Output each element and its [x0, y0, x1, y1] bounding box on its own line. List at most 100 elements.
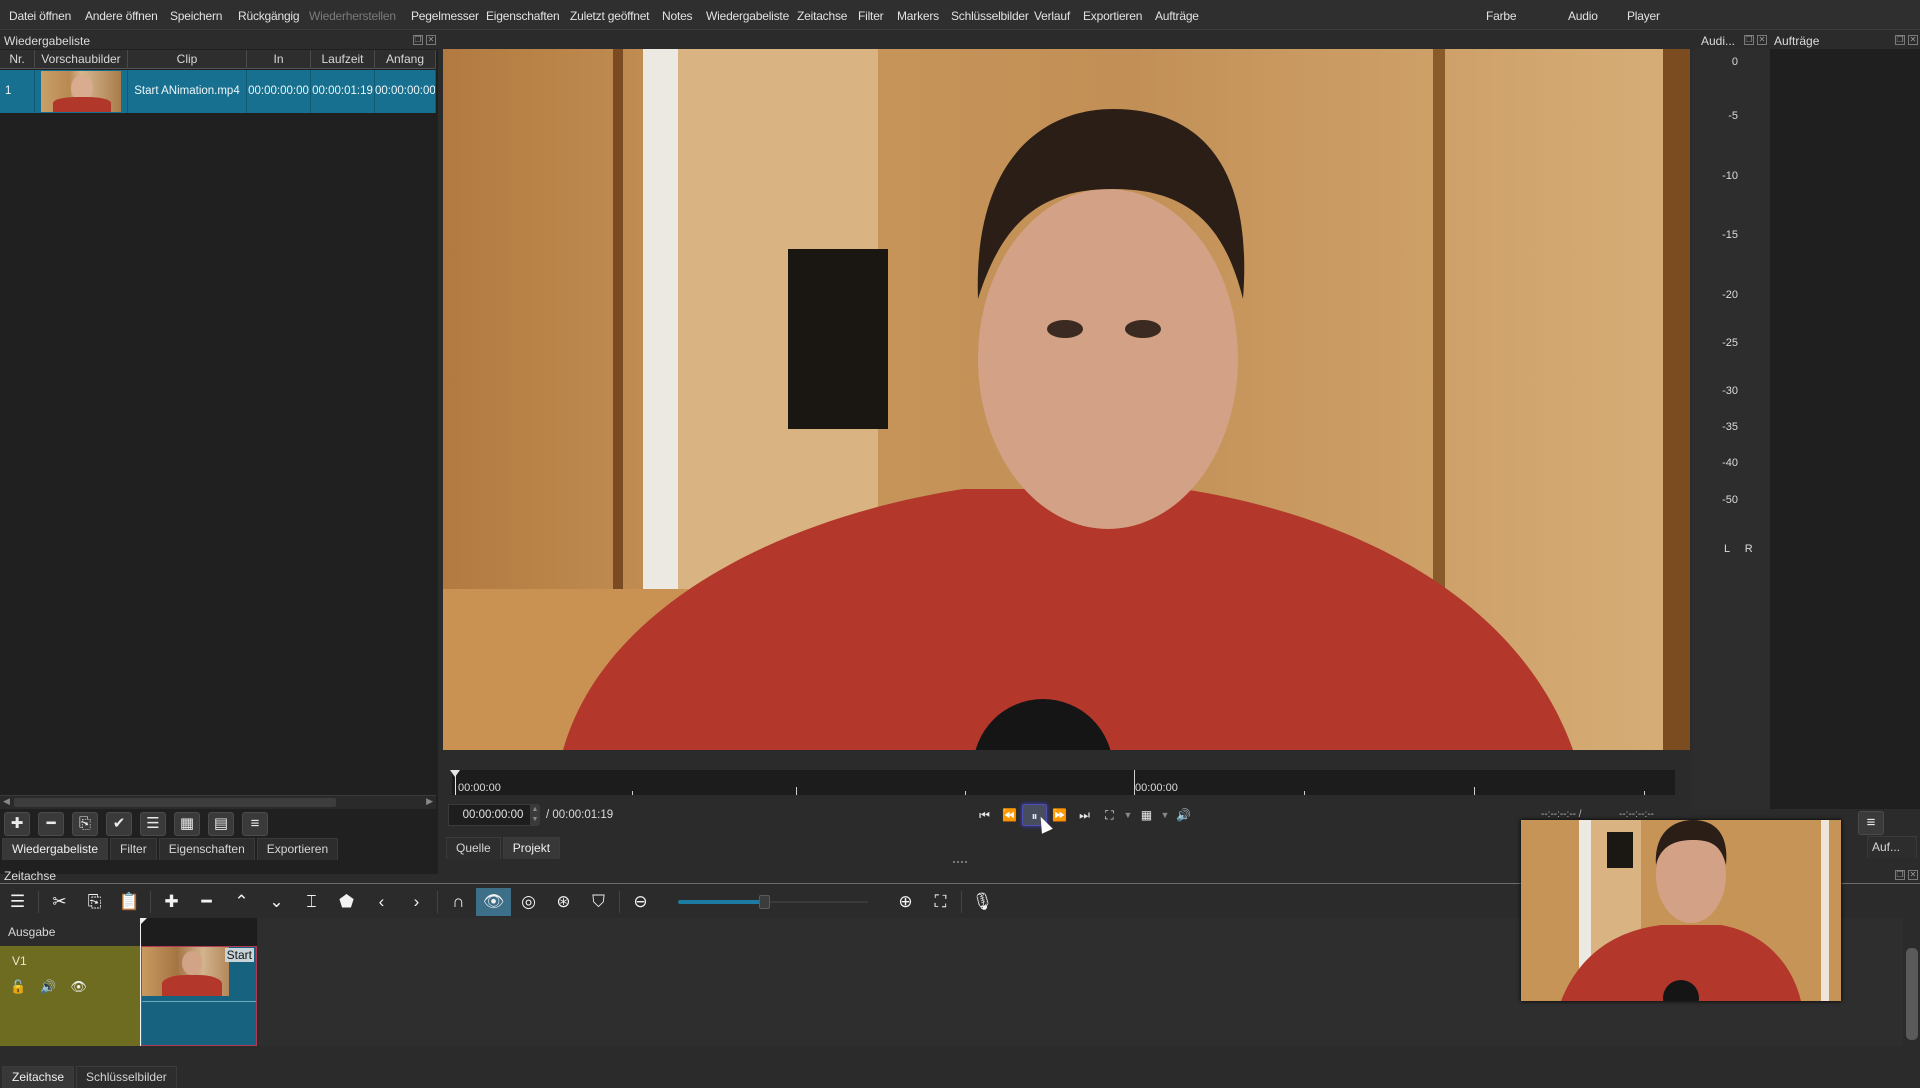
scrubber-playhead[interactable] [450, 770, 460, 795]
timeline-playhead[interactable] [140, 918, 147, 1046]
video-preview[interactable] [443, 49, 1690, 750]
keyframes-button[interactable]: Schlüsselbilder [951, 9, 1029, 23]
filter-button[interactable]: Filter [858, 9, 884, 23]
ripple-all-tracks-icon[interactable]: ⊛ [546, 888, 581, 916]
position-timecode-field[interactable]: 00:00:00:00 [448, 804, 538, 826]
mute-icon[interactable]: 🔊 [40, 979, 56, 995]
update-icon[interactable]: ⎘ [72, 812, 98, 836]
tab-source[interactable]: Quelle [446, 837, 501, 859]
timecode-spinner[interactable]: ▲ ▼ [530, 805, 540, 825]
column-duration[interactable]: Laufzeit [311, 50, 375, 69]
tab-project[interactable]: Projekt [502, 837, 561, 859]
remove-icon[interactable]: ━ [38, 812, 64, 836]
timeline-ruler[interactable] [141, 918, 257, 946]
save-button[interactable]: Speichern [170, 9, 222, 23]
recent-button[interactable]: Zuletzt geöffnet [570, 9, 650, 23]
column-nr[interactable]: Nr. [0, 50, 35, 69]
zoom-dropdown-icon[interactable]: ▼ [1122, 804, 1134, 826]
ripple-delete-icon[interactable]: ━ [189, 888, 224, 916]
timeline-menu-icon[interactable]: ☰ [0, 888, 35, 916]
playlist-button[interactable]: Wiedergabeliste [706, 9, 789, 23]
float-icon[interactable]: ❐ [413, 35, 423, 45]
playlist-horizontal-scrollbar[interactable]: ◀ ▶ [0, 795, 436, 809]
ripple-markers-icon[interactable]: ⛉ [581, 888, 616, 916]
scroll-right-icon[interactable]: ▶ [426, 796, 433, 807]
markers-button[interactable]: Markers [897, 9, 939, 23]
fast-forward-icon[interactable]: ⏩ [1047, 804, 1072, 826]
scrub-while-dragging-icon[interactable]: 👁 [476, 888, 511, 916]
zoom-slider-handle[interactable] [758, 895, 770, 909]
tab-properties[interactable]: Eigenschaften [158, 838, 255, 860]
redo-button[interactable]: Wiederherstellen [309, 9, 396, 23]
column-thumbnails[interactable]: Vorschaubilder [35, 50, 128, 69]
volume-icon[interactable]: 🔊 [1171, 804, 1196, 826]
column-in[interactable]: In [247, 50, 311, 69]
tab-playlist[interactable]: Wiedergabeliste [2, 838, 109, 860]
skip-to-start-icon[interactable]: ⏮ [972, 804, 997, 826]
track-header-v1[interactable]: V1 🔓 🔊 👁 [0, 946, 140, 1046]
paste-icon[interactable]: 📋 [112, 888, 147, 916]
zoom-out-icon[interactable]: ⊖ [623, 888, 658, 916]
add-icon[interactable]: ✚ [4, 812, 30, 836]
history-button[interactable]: Verlauf [1034, 9, 1070, 23]
ripple-icon[interactable]: ◎ [511, 888, 546, 916]
splitter-handle[interactable] [953, 861, 967, 863]
append-icon[interactable]: ✚ [154, 888, 189, 916]
copy-icon[interactable]: ⎘ [77, 888, 112, 916]
zoom-in-icon[interactable]: ⊕ [888, 888, 923, 916]
previous-marker-icon[interactable]: ‹ [364, 888, 399, 916]
float-icon[interactable]: ❐ [1895, 870, 1905, 880]
grid-icon[interactable]: ▦ [1134, 804, 1159, 826]
playlist-row[interactable]: 1 Start ANimation.mp4 00:00:00:00 00:00:… [0, 70, 436, 113]
export-button[interactable]: Exportieren [1083, 9, 1142, 23]
zoom-fit-icon[interactable]: ⛶ [923, 888, 958, 916]
visibility-icon[interactable]: 👁 [70, 979, 87, 995]
jobs-button[interactable]: Aufträge [1155, 9, 1199, 23]
close-icon[interactable]: ✕ [1908, 35, 1918, 45]
detail-view-icon[interactable]: ▤ [208, 812, 234, 836]
tab-export[interactable]: Exportieren [256, 838, 339, 860]
lift-icon[interactable]: ⌃ [224, 888, 259, 916]
scroll-left-icon[interactable]: ◀ [3, 796, 10, 807]
next-marker-icon[interactable]: › [399, 888, 434, 916]
float-icon[interactable]: ❐ [1895, 35, 1905, 45]
column-clip[interactable]: Clip [128, 50, 247, 69]
properties-button[interactable]: Eigenschaften [486, 9, 560, 23]
overwrite-icon[interactable]: ⌄ [259, 888, 294, 916]
split-icon[interactable]: ⌶ [294, 888, 329, 916]
tab-jobs[interactable]: Auf... [1867, 836, 1917, 858]
close-icon[interactable]: ✕ [1757, 35, 1767, 45]
notes-button[interactable]: Notes [662, 9, 693, 23]
timeline-clip[interactable]: Start [141, 946, 257, 1046]
column-start[interactable]: Anfang [375, 50, 436, 69]
open-other-button[interactable]: Andere öffnen [85, 9, 158, 23]
check-icon[interactable]: ✔ [106, 812, 132, 836]
timeline-button[interactable]: Zeitachse [797, 9, 847, 23]
record-audio-icon[interactable]: 🎙 [965, 888, 1000, 916]
timeline-vertical-scrollbar[interactable] [1906, 948, 1918, 1040]
open-file-button[interactable]: Datei öffnen [9, 9, 71, 23]
layout-audio-button[interactable]: Audio [1568, 9, 1598, 23]
float-icon[interactable]: ❐ [1744, 35, 1754, 45]
marker-icon[interactable]: ⬟ [329, 888, 364, 916]
close-icon[interactable]: ✕ [426, 35, 436, 45]
peak-meter-button[interactable]: Pegelmesser [411, 9, 479, 23]
timeline-zoom-slider[interactable] [678, 888, 868, 916]
cut-icon[interactable]: ✂ [42, 888, 77, 916]
list-view-icon[interactable]: ☰ [140, 812, 166, 836]
rewind-icon[interactable]: ⏪ [997, 804, 1022, 826]
lock-icon[interactable]: 🔓 [10, 979, 26, 995]
grid-dropdown-icon[interactable]: ▼ [1159, 804, 1171, 826]
skip-to-end-icon[interactable]: ⏭ [1072, 804, 1097, 826]
layout-player-button[interactable]: Player [1627, 9, 1660, 23]
close-icon[interactable]: ✕ [1908, 870, 1918, 880]
tab-keyframes[interactable]: Schlüsselbilder [76, 1066, 177, 1088]
menu-icon[interactable]: ≡ [242, 812, 268, 836]
snap-magnet-icon[interactable]: ∩ [441, 888, 476, 916]
zoom-fit-icon[interactable]: ⛶ [1097, 804, 1122, 826]
scrollbar-thumb[interactable] [14, 798, 336, 807]
undo-button[interactable]: Rückgängig [238, 9, 300, 23]
grid-view-icon[interactable]: ▦ [174, 812, 200, 836]
tab-timeline[interactable]: Zeitachse [2, 1066, 75, 1088]
player-scrubber[interactable]: 00:00:00 00:00:00 [450, 770, 1675, 795]
